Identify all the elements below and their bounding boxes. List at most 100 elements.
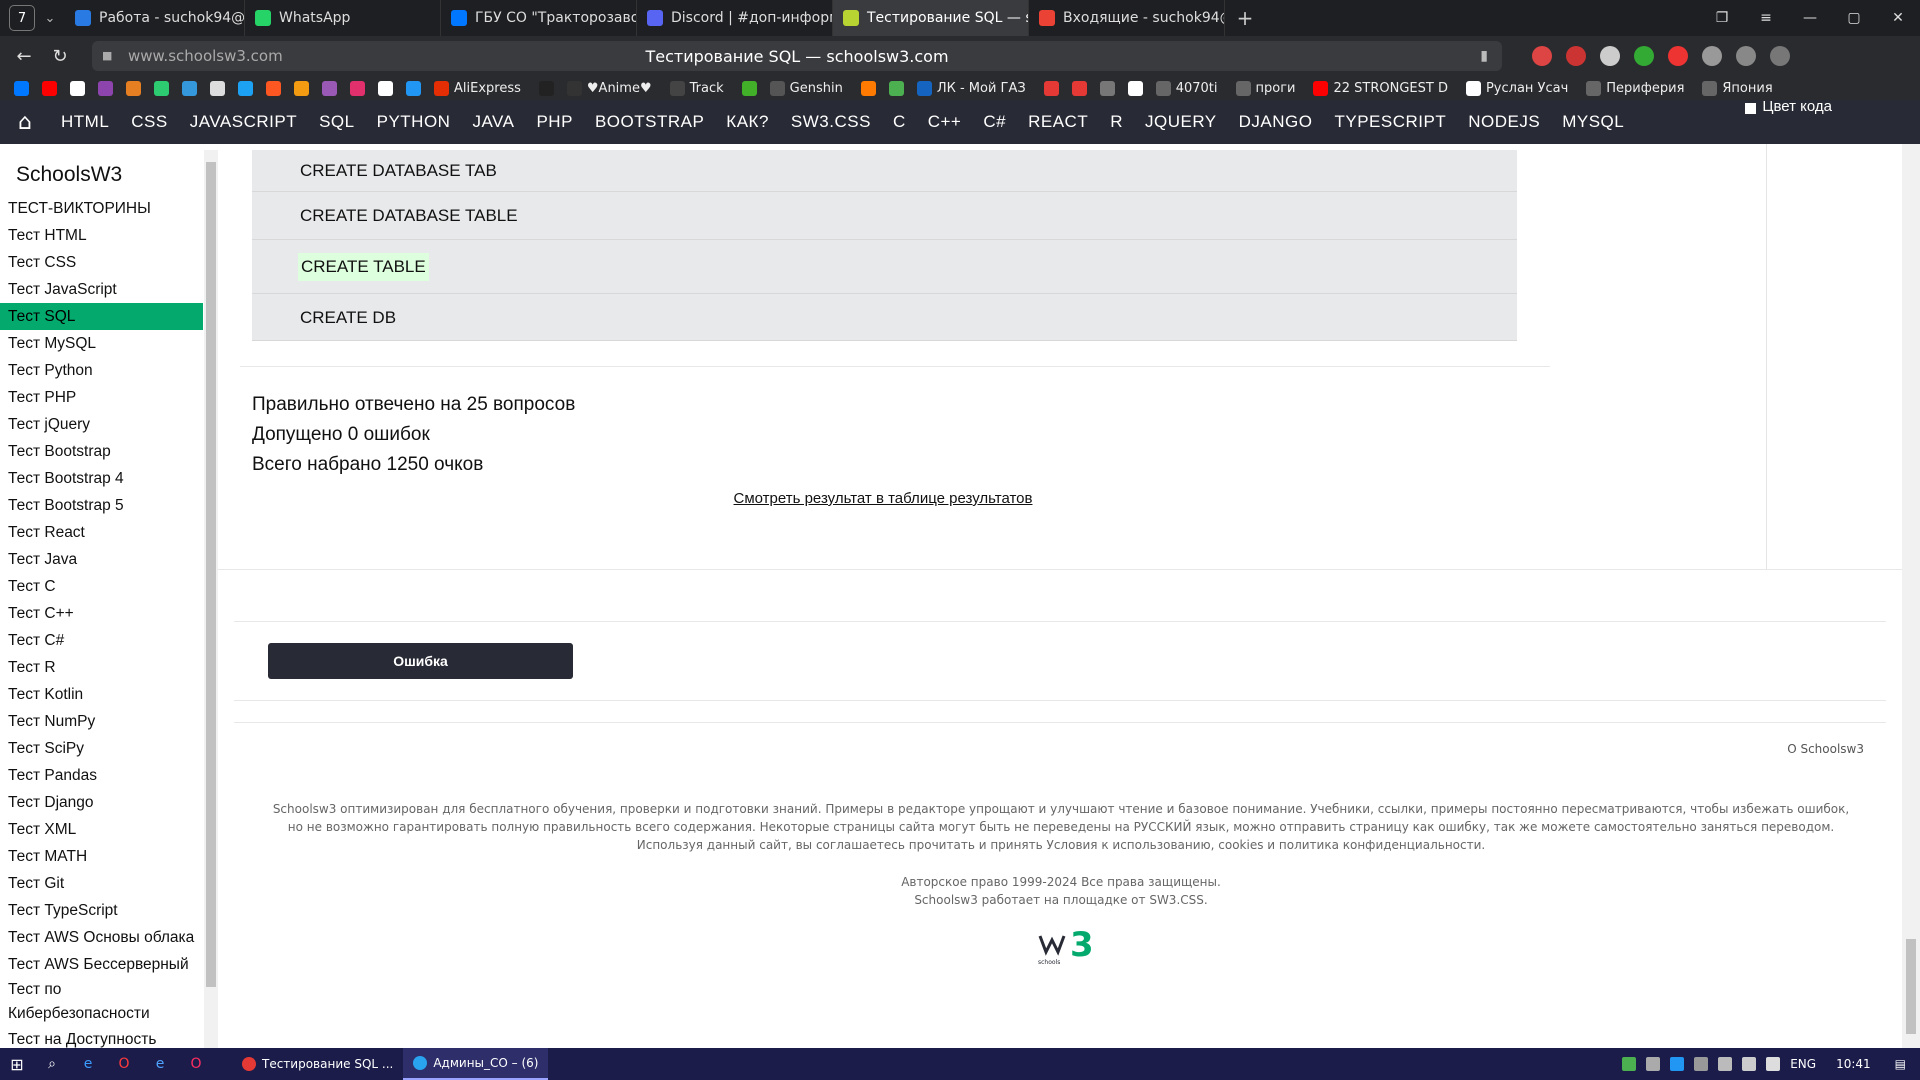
edge-icon[interactable]: e bbox=[74, 1053, 102, 1075]
topnav-link[interactable]: JAVASCRIPT bbox=[190, 112, 297, 132]
sidebar-item[interactable]: Тест Django bbox=[0, 789, 203, 816]
quiz-option[interactable]: CREATE TABLE bbox=[252, 240, 1517, 294]
sidebar-item[interactable]: Тест NumPy bbox=[0, 708, 203, 735]
windows-start-icon[interactable]: ⊞ bbox=[0, 1055, 34, 1074]
sidebar-item[interactable]: Тест Bootstrap 4 bbox=[0, 465, 203, 492]
pin-icon[interactable]: ❐ bbox=[1700, 10, 1744, 26]
collections-icon[interactable] bbox=[1736, 46, 1756, 66]
bookmark-item[interactable] bbox=[238, 80, 258, 96]
bookmark-item[interactable] bbox=[1099, 80, 1120, 96]
bookmark-item[interactable]: Track bbox=[669, 80, 724, 96]
ie-icon[interactable]: e bbox=[146, 1053, 174, 1075]
bookmark-item[interactable] bbox=[888, 80, 909, 96]
quiz-option[interactable]: CREATE DATABASE TABLE bbox=[252, 192, 1517, 240]
mail-icon[interactable] bbox=[1566, 46, 1586, 66]
sidebar-item[interactable]: Тест AWS Основы облака bbox=[0, 924, 203, 951]
browser-tab[interactable]: Работа - suchok94@mail. bbox=[65, 0, 245, 36]
new-tab-button[interactable]: + bbox=[1233, 6, 1257, 30]
topnav-link[interactable]: C# bbox=[983, 112, 1006, 132]
clock[interactable]: 10:41 bbox=[1836, 1057, 1871, 1071]
sidebar-item[interactable]: Тест C++ bbox=[0, 600, 203, 627]
network-icon[interactable] bbox=[1742, 1057, 1757, 1071]
tray-icon[interactable] bbox=[1694, 1057, 1709, 1071]
browser-tab[interactable]: Входящие - suchok94@gr bbox=[1029, 0, 1225, 36]
tab-count-badge[interactable]: 7 bbox=[9, 5, 35, 31]
chevron-down-icon[interactable]: ⌄ bbox=[35, 11, 65, 26]
bookmark-item[interactable]: Япония bbox=[1702, 80, 1773, 96]
tray-icon[interactable] bbox=[1670, 1057, 1685, 1071]
sidebar-item[interactable]: Тест JavaScript bbox=[0, 276, 203, 303]
extension-icon[interactable] bbox=[1668, 46, 1688, 66]
sidebar-item[interactable]: ТЕСТ-ВИКТОРИНЫ bbox=[0, 195, 203, 222]
bookmark-item[interactable]: 4070ti bbox=[1155, 80, 1218, 96]
topnav-link[interactable]: SW3.CSS bbox=[791, 112, 871, 132]
bookmark-icon[interactable]: ▮ bbox=[1480, 48, 1488, 64]
sidebar-item[interactable]: Тест HTML bbox=[0, 222, 203, 249]
topnav-link[interactable]: CSS bbox=[131, 112, 167, 132]
topnav-link[interactable]: JAVA bbox=[472, 112, 514, 132]
quiz-option[interactable]: CREATE DB bbox=[252, 294, 1517, 341]
bookmark-item[interactable] bbox=[538, 80, 559, 96]
search-icon[interactable]: ⌕ bbox=[38, 1053, 66, 1075]
bookmark-item[interactable]: ЛК - Мой ГАЗ bbox=[916, 80, 1026, 96]
bookmark-item[interactable] bbox=[266, 80, 286, 96]
sidebar-item[interactable]: Тест по Кибербезопасности bbox=[0, 978, 203, 1026]
topnav-link[interactable]: DJANGO bbox=[1239, 112, 1313, 132]
topnav-link[interactable]: C bbox=[893, 112, 906, 132]
back-icon[interactable]: ← bbox=[6, 46, 42, 67]
sidebar-item[interactable]: Тест TypeScript bbox=[0, 897, 203, 924]
reload-icon[interactable]: ↻ bbox=[42, 46, 78, 67]
opera-icon[interactable]: O bbox=[110, 1053, 138, 1075]
sidebar-item[interactable]: Тест SQL bbox=[0, 303, 203, 330]
sidebar-item[interactable]: Тест SciPy bbox=[0, 735, 203, 762]
bookmark-item[interactable]: ♥Anime♥ bbox=[566, 80, 652, 96]
bookmark-item[interactable] bbox=[98, 80, 118, 96]
topnav-link[interactable]: C++ bbox=[928, 112, 962, 132]
bookmark-item[interactable] bbox=[182, 80, 202, 96]
sidebar-item[interactable]: Тест Bootstrap 5 bbox=[0, 492, 203, 519]
topnav-link[interactable]: PYTHON bbox=[377, 112, 451, 132]
tray-icon[interactable] bbox=[1718, 1057, 1733, 1071]
maximize-button[interactable]: ▢ bbox=[1832, 10, 1876, 26]
bookmark-item[interactable]: Genshin bbox=[769, 80, 843, 96]
sidebar-item[interactable]: Тест Pandas bbox=[0, 762, 203, 789]
language-indicator[interactable]: ENG bbox=[1790, 1057, 1816, 1071]
sidebar-item[interactable]: Тест Git bbox=[0, 870, 203, 897]
results-table-link[interactable]: Смотреть результат в таблице результатов bbox=[218, 490, 1548, 507]
bookmark-item[interactable]: Руслан Усач bbox=[1465, 80, 1568, 96]
sidebar-item[interactable]: Тест React bbox=[0, 519, 203, 546]
bookmark-item[interactable] bbox=[350, 80, 370, 96]
opera-gx-icon[interactable]: O bbox=[182, 1053, 210, 1075]
main-scrollbar[interactable] bbox=[1902, 144, 1920, 1048]
bookmark-item[interactable]: 22 STRONGEST D bbox=[1313, 80, 1448, 96]
sidebar-item[interactable]: Тест CSS bbox=[0, 249, 203, 276]
home-icon[interactable]: ⌂ bbox=[0, 110, 50, 135]
topnav-link[interactable]: JQUERY bbox=[1145, 112, 1217, 132]
sidebar-item[interactable]: Тест Java bbox=[0, 546, 203, 573]
topnav-link[interactable]: BOOTSTRAP bbox=[595, 112, 704, 132]
topnav-link[interactable]: R bbox=[1110, 112, 1123, 132]
sidebar-item[interactable]: Тест jQuery bbox=[0, 411, 203, 438]
sidebar-item[interactable]: Тест MySQL bbox=[0, 330, 203, 357]
topnav-link[interactable]: REACT bbox=[1028, 112, 1088, 132]
sidebar-item[interactable]: Тест C# bbox=[0, 627, 203, 654]
bookmark-item[interactable] bbox=[741, 80, 762, 96]
bookmark-item[interactable] bbox=[1071, 80, 1092, 96]
notifications-icon[interactable]: ▤ bbox=[1895, 1057, 1906, 1071]
bookmark-item[interactable]: проги bbox=[1235, 80, 1295, 96]
menu-icon[interactable]: ≡ bbox=[1744, 10, 1788, 26]
taskbar-app[interactable]: Админы_СО – (6) bbox=[403, 1048, 549, 1080]
checkbox[interactable] bbox=[1745, 102, 1757, 114]
bookmark-item[interactable] bbox=[70, 80, 90, 96]
download-icon[interactable] bbox=[1770, 46, 1790, 66]
topnav-link[interactable]: NODEJS bbox=[1468, 112, 1540, 132]
sidebar-item[interactable]: Тест MATH bbox=[0, 843, 203, 870]
sidebar-item[interactable]: Тест R bbox=[0, 654, 203, 681]
code-color-toggle[interactable]: Цвет кода bbox=[1745, 98, 1832, 115]
bookmark-item[interactable] bbox=[378, 80, 398, 96]
quiz-option[interactable]: CREATE DATABASE TAB bbox=[252, 150, 1517, 192]
topnav-link[interactable]: PHP bbox=[536, 112, 572, 132]
bookmark-item[interactable] bbox=[42, 80, 62, 96]
topnav-link[interactable]: HTML bbox=[61, 112, 109, 132]
topnav-link[interactable]: SQL bbox=[319, 112, 355, 132]
